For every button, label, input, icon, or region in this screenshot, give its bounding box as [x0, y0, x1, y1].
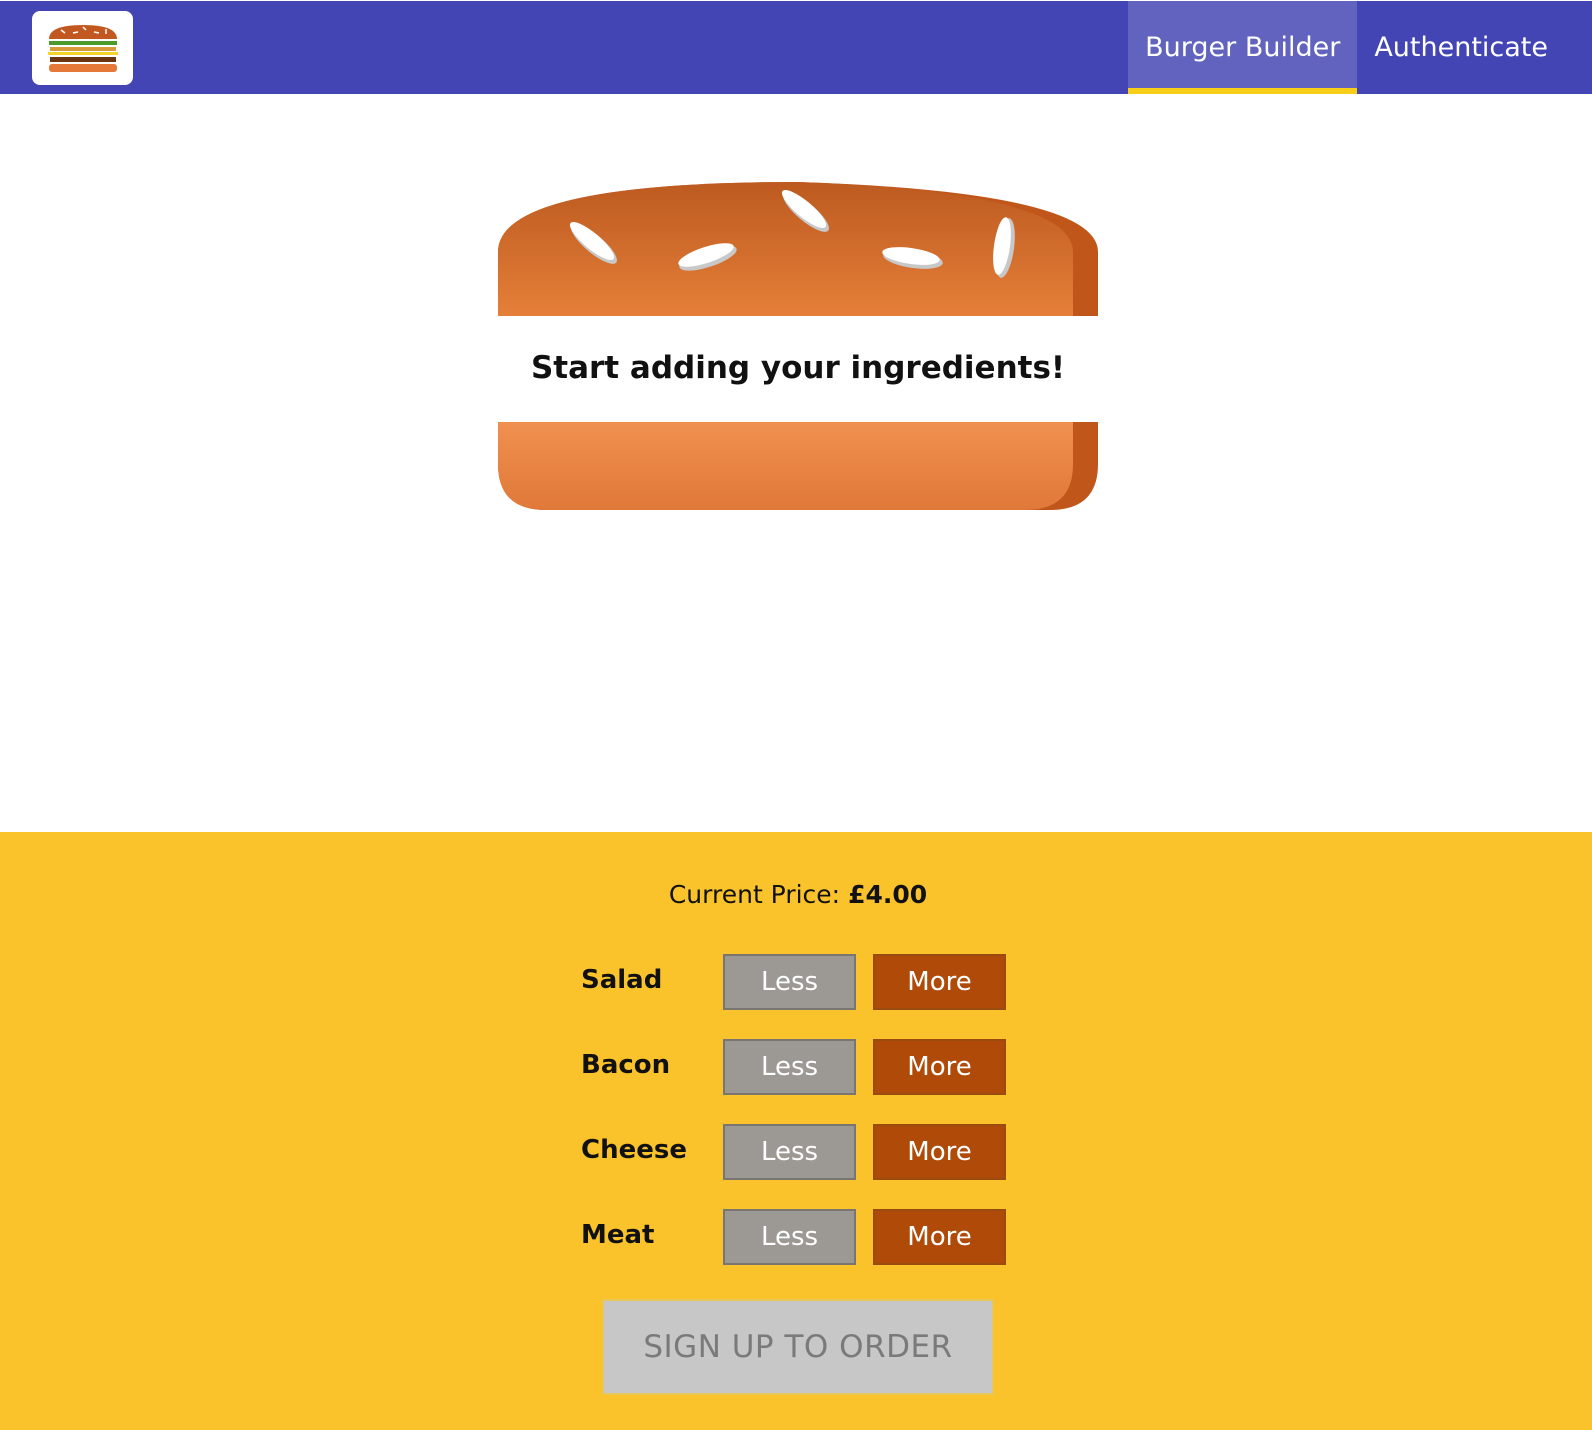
- main-nav: Burger Builder Authenticate: [1128, 1, 1592, 94]
- less-bacon-button[interactable]: Less: [723, 1039, 856, 1095]
- more-salad-button[interactable]: More: [873, 954, 1006, 1010]
- ingredient-row-cheese: Cheese Less More: [581, 1124, 1011, 1180]
- sign-up-to-order-button[interactable]: SIGN UP TO ORDER: [602, 1299, 994, 1395]
- nav-authenticate[interactable]: Authenticate: [1357, 1, 1592, 94]
- burger-logo[interactable]: [32, 11, 133, 85]
- less-meat-button[interactable]: Less: [723, 1209, 856, 1265]
- burger-bun-graphic: [498, 182, 1098, 510]
- more-cheese-button[interactable]: More: [873, 1124, 1006, 1180]
- build-controls: Current Price: £4.00 Salad Less More Bac…: [0, 832, 1592, 1430]
- current-price: Current Price: £4.00: [0, 880, 1592, 909]
- burger-preview: [498, 182, 1098, 510]
- ingredient-label: Meat: [581, 1220, 655, 1250]
- more-meat-button[interactable]: More: [873, 1209, 1006, 1265]
- ingredient-row-bacon: Bacon Less More: [581, 1039, 1011, 1095]
- ingredient-label: Salad: [581, 965, 663, 995]
- more-bacon-button[interactable]: More: [873, 1039, 1006, 1095]
- ingredient-row-salad: Salad Less More: [581, 954, 1011, 1010]
- burger-logo-icon: [48, 25, 118, 72]
- ingredient-label: Bacon: [581, 1050, 671, 1080]
- price-label: Current Price:: [668, 880, 841, 909]
- toolbar: Burger Builder Authenticate: [0, 0, 1592, 94]
- ingredient-label: Cheese: [581, 1135, 687, 1165]
- ingredient-row-meat: Meat Less More: [581, 1209, 1011, 1265]
- less-cheese-button[interactable]: Less: [723, 1124, 856, 1180]
- nav-burger-builder[interactable]: Burger Builder: [1128, 1, 1358, 94]
- less-salad-button[interactable]: Less: [723, 954, 856, 1010]
- price-value: £4.00: [848, 880, 928, 909]
- empty-burger-message: Start adding your ingredients!: [530, 350, 1066, 386]
